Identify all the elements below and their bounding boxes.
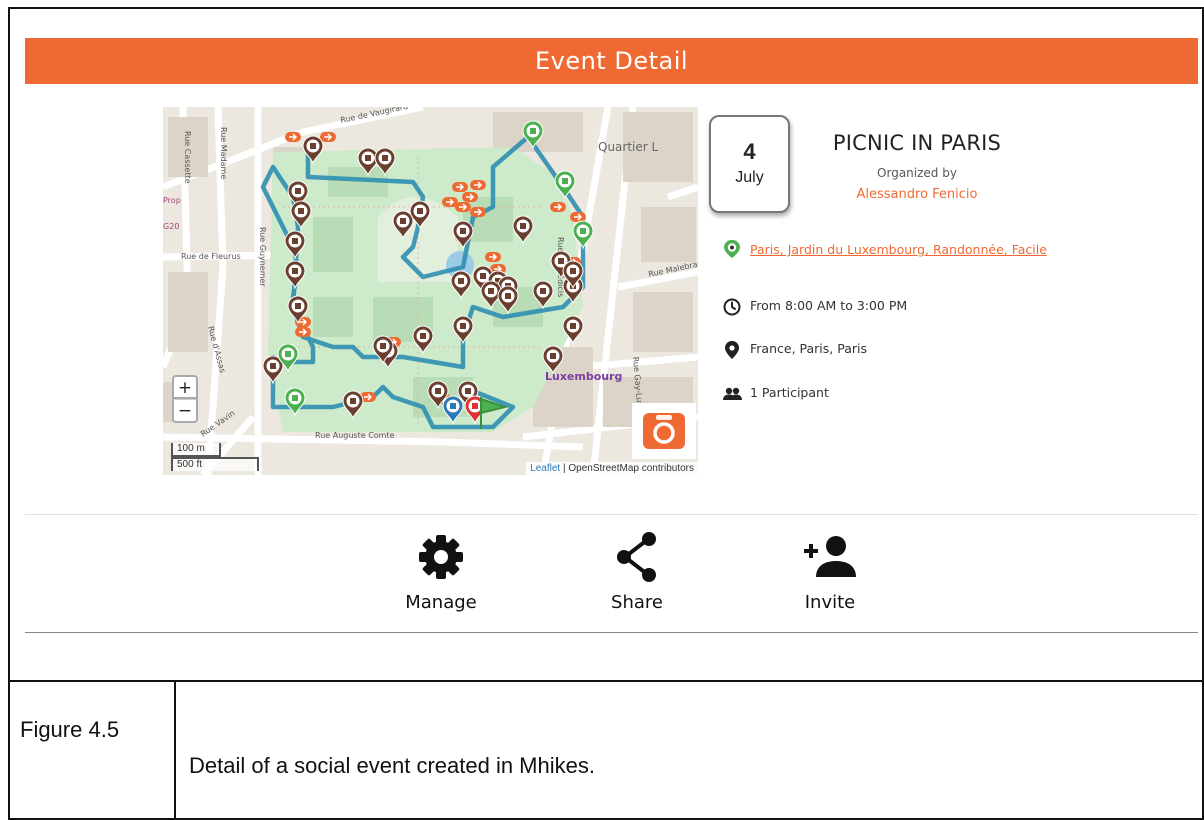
event-location: France, Paris, Paris [750,341,867,356]
organizer-link[interactable]: Alessandro Fenicio [812,187,1022,202]
share-icon [617,532,656,582]
event-location-row: France, Paris, Paris [722,341,867,360]
manage-button[interactable]: Manage [386,530,496,613]
event-tags-link[interactable]: Paris, Jardin du Luxembourg, Randonnée, … [750,240,1070,260]
svg-text:Rue Cassette: Rue Cassette [183,131,192,184]
event-day: 4 [743,139,756,164]
svg-text:Quartier L: Quartier L [598,140,659,154]
svg-text:Prop: Prop [163,196,181,205]
map-arrow-marker[interactable] [470,207,486,217]
manage-label: Manage [405,592,477,613]
divider [25,632,1198,633]
map-arrow-marker[interactable] [470,180,486,190]
map-arrow-marker[interactable] [485,252,501,262]
map-arrow-marker[interactable] [320,132,336,142]
svg-text:Rue de Fleurus: Rue de Fleurus [181,252,241,261]
svg-text:Luxembourg: Luxembourg [545,370,622,383]
invite-button[interactable]: Invite [775,530,885,613]
svg-text:G20: G20 [163,222,179,231]
event-time: From 8:00 AM to 3:00 PM [750,298,908,313]
attribution-text: | OpenStreetMap contributors [560,463,694,474]
figure-label: Figure 4.5 [20,717,120,742]
event-participants-row: 1 Participant [722,385,829,404]
zoom-in-button[interactable]: + [172,375,198,399]
map-arrow-marker[interactable] [550,202,566,212]
zoom-out-button[interactable]: − [172,399,198,423]
svg-text:Rue Auguste Comte: Rue Auguste Comte [315,431,395,440]
event-tags-row: Paris, Jardin du Luxembourg, Randonnée, … [722,240,1070,260]
share-button[interactable]: Share [582,530,692,613]
map-arrow-marker[interactable] [295,327,311,337]
map-arrow-marker[interactable] [455,202,471,212]
page-title: Event Detail [25,38,1198,84]
event-time-row: From 8:00 AM to 3:00 PM [722,298,907,317]
svg-text:Rue Guynemer: Rue Guynemer [258,227,267,287]
map-arrow-marker[interactable] [452,182,468,192]
camera-icon [643,413,685,449]
invite-label: Invite [804,592,856,613]
caption-column-border [174,680,176,820]
camera-button[interactable] [632,403,696,459]
add-user-icon [804,536,856,577]
organized-by-label: Organized by [877,166,957,180]
event-date-card: 4 July [709,115,790,213]
map-arrow-marker[interactable] [462,192,478,202]
event-month: July [735,169,764,186]
scale-metric: 100 m [171,443,221,457]
map-arrow-marker[interactable] [570,212,586,222]
map-arrow-marker[interactable] [285,132,301,142]
map-attribution: Leaflet | OpenStreetMap contributors [526,462,698,475]
leaflet-link[interactable]: Leaflet [530,463,560,474]
divider [25,514,1198,515]
clock-icon [723,298,741,316]
event-map[interactable]: Rue de Vaugirard Rue de Fleurus Rue Augu… [163,107,698,475]
trail-marker-icon [724,240,740,258]
svg-text:Rue Madame: Rue Madame [219,127,228,179]
gear-icon [419,535,463,579]
caption-table-border [8,680,1204,682]
figure-caption: Detail of a social event created in Mhik… [189,753,595,778]
people-icon [723,387,742,400]
map-canvas[interactable]: Rue de Vaugirard Rue de Fleurus Rue Augu… [163,107,698,475]
share-label: Share [611,592,663,613]
event-title: PICNIC IN PARIS [832,131,1002,155]
event-participants: 1 Participant [750,385,829,400]
scale-imperial: 500 ft [171,457,259,471]
location-pin-icon [725,341,739,359]
